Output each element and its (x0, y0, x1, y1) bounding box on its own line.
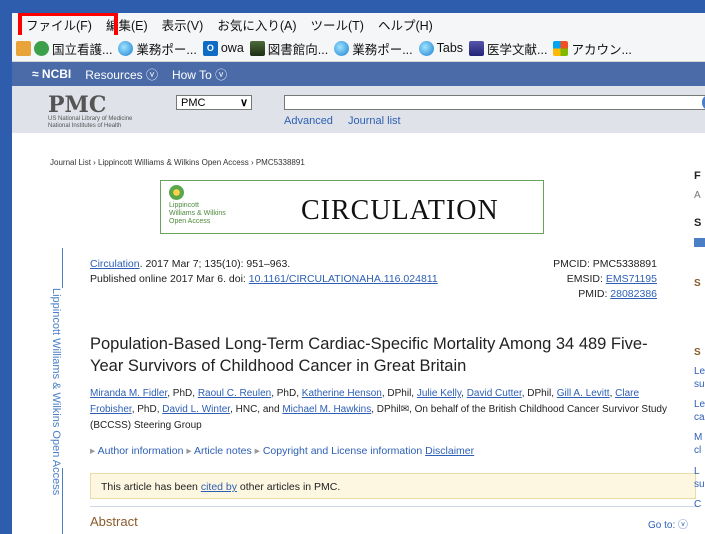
author-link[interactable]: Miranda M. Fidler (90, 388, 167, 399)
author-link[interactable]: Michael M. Hawkins (282, 404, 371, 415)
breadcrumb[interactable]: Journal List › Lippincott Williams & Wil… (50, 158, 305, 167)
microsoft-icon (553, 40, 569, 56)
pmc-search-bar: PMC US National Library of Medicine Natio… (12, 86, 705, 133)
favorite-label: owa (220, 41, 244, 55)
add-favorite-icon[interactable] (16, 40, 31, 56)
sidebar-link[interactable]: su (694, 379, 705, 390)
cited-by-notice: This article has been cited by other art… (90, 473, 696, 499)
favorite-label: 国立看護... (52, 42, 113, 57)
medical-book-icon (469, 40, 485, 56)
menu-help[interactable]: ヘルプ(H) (378, 15, 433, 34)
favorite-item[interactable]: アカウン... (553, 39, 632, 58)
browser-window: ファイル(F) 編集(E) 表示(V) お気に入り(A) ツール(T) ヘルプ(… (12, 13, 705, 534)
pmid-link[interactable]: 28082386 (610, 288, 657, 300)
article-info-links: ▸ Author information ▸ Article notes ▸ C… (90, 445, 475, 457)
author-link[interactable]: Raoul C. Reulen (198, 388, 271, 399)
sidebar-link[interactable]: M (694, 432, 702, 443)
globe-icon (34, 40, 49, 56)
window-frame-top (0, 0, 705, 13)
favorite-item[interactable]: Oowa (202, 40, 244, 56)
sidebar-heading: F (694, 170, 701, 182)
disclaimer-link[interactable]: Disclaimer (425, 445, 474, 457)
advanced-link[interactable]: Advanced (284, 115, 333, 127)
author-link[interactable]: Gill A. Levitt (557, 388, 610, 399)
menu-view[interactable]: 表示(V) (162, 15, 204, 34)
window-frame-left (0, 13, 12, 534)
ie-icon (118, 40, 134, 56)
journal-title: CIRCULATION (301, 195, 499, 226)
copyright-link[interactable]: Copyright and License information (263, 445, 422, 457)
library-icon (249, 40, 265, 56)
journal-list-link[interactable]: Journal list (348, 115, 401, 127)
pmcid: PMCID: PMC5338891 (553, 258, 657, 270)
favorite-label: 業務ポー... (136, 42, 197, 57)
sidebar-button[interactable] (694, 238, 705, 247)
search-input[interactable] (284, 95, 705, 110)
cited-by-link[interactable]: cited by (201, 481, 237, 493)
sidebar-link[interactable]: L (694, 466, 700, 477)
doi-link[interactable]: 10.1161/CIRCULATIONAHA.116.024811 (249, 273, 438, 285)
article-title: Population-Based Long-Term Cardiac-Speci… (90, 335, 648, 375)
ncbi-bar: ≈ NCBI Resources ⓥ How To ⓥ (12, 62, 705, 86)
favorite-item[interactable]: 業務ポー... (118, 39, 197, 58)
author-link[interactable]: Julie Kelly (417, 388, 461, 399)
author-list: Miranda M. Fidler, PhD, Raoul C. Reulen,… (90, 388, 667, 431)
database-select[interactable]: PMC (176, 95, 252, 111)
pmc-logo[interactable]: PMC (48, 92, 106, 118)
favorite-label: 医学文献... (487, 42, 548, 57)
favorite-label: 図書館向... (267, 42, 329, 57)
sidebar-link[interactable]: su (694, 479, 705, 490)
favorite-label: 業務ポー... (352, 42, 413, 57)
resources-menu[interactable]: Resources ⓥ (85, 66, 158, 83)
menu-favorites[interactable]: お気に入り(A) (217, 15, 296, 34)
journal-banner[interactable]: Lippincott Williams & Wilkins Open Acces… (160, 180, 544, 234)
favorites-bar: 国立看護... 業務ポー... Oowa 図書館向... 業務ポー... Tab… (12, 35, 705, 62)
abstract-heading: Abstract (90, 514, 138, 529)
favorite-label: アカウン... (571, 42, 632, 57)
favorite-item[interactable]: 医学文献... (469, 39, 547, 58)
author-link[interactable]: David Cutter (467, 388, 522, 399)
emsid-link[interactable]: EMS71195 (606, 273, 657, 285)
article-ids: PMCID: PMC5338891 EMSID: EMS71195 PMID: … (472, 257, 657, 302)
sidebar-heading: S (694, 278, 701, 289)
author-link[interactable]: Katherine Henson (302, 388, 382, 399)
menu-tools[interactable]: ツール(T) (310, 15, 363, 34)
favorite-item[interactable]: Tabs (418, 40, 464, 56)
sidebar-text: A (694, 190, 701, 201)
dna-icon: ≈ (32, 67, 42, 81)
sidebar-link[interactable]: Le (694, 399, 705, 410)
author-information-link[interactable]: Author information (98, 445, 184, 457)
goto-menu[interactable]: Go to: ⓥ (648, 516, 688, 531)
citation: Circulation. 2017 Mar 7; 135(10): 951–96… (90, 258, 438, 285)
side-rule-bottom (62, 468, 63, 534)
side-rule-top (62, 248, 63, 288)
favorite-label: Tabs (436, 41, 464, 55)
favorite-item[interactable]: 国立看護... (34, 39, 112, 58)
article-notes-link[interactable]: Article notes (194, 445, 252, 457)
author-link[interactable]: David L. Winter (162, 404, 230, 415)
sidebar-link[interactable]: cl (694, 445, 701, 456)
sidebar-heading: S (694, 217, 702, 229)
sidebar-heading: S (694, 347, 701, 358)
lww-logo-icon (169, 185, 184, 200)
abstract-section-header: Abstract Go to: ⓥ (90, 506, 696, 532)
ie-icon (418, 40, 434, 56)
favorite-item[interactable]: 図書館向... (249, 39, 329, 58)
ie-icon (334, 40, 350, 56)
ncbi-logo[interactable]: ≈ NCBI (32, 67, 71, 81)
sidebar-link[interactable]: ca (694, 412, 705, 423)
sidebar-link[interactable]: Le (694, 366, 705, 377)
howto-menu[interactable]: How To ⓥ (172, 66, 227, 83)
pmc-subtitle: US National Library of Medicine National … (48, 116, 133, 129)
sidebar-link[interactable]: C (694, 499, 701, 510)
lww-text: Lippincott Williams & Wilkins Open Acces… (169, 202, 226, 225)
outlook-icon: O (202, 40, 218, 56)
favorite-item[interactable]: 業務ポー... (334, 39, 413, 58)
journal-link[interactable]: Circulation (90, 258, 140, 270)
side-publisher-text: Lippincott Williams & Wilkins Open Acces… (50, 288, 62, 496)
